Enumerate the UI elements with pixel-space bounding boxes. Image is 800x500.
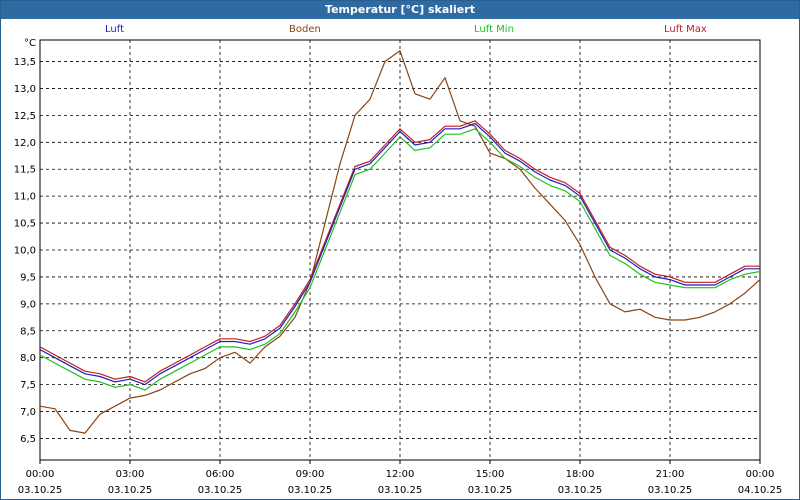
x-tick-date-label: 03.10.25 — [288, 485, 333, 496]
x-tick-date-label: 03.10.25 — [18, 485, 63, 496]
y-tick-label: 7,5 — [20, 380, 36, 391]
x-tick-date-label: 03.10.25 — [558, 485, 603, 496]
x-tick-time-label: 03:00 — [116, 469, 145, 480]
y-tick-label: 8,0 — [20, 353, 36, 364]
y-tick-label: 7,0 — [20, 407, 36, 418]
x-tick-date-label: 03.10.25 — [378, 485, 423, 496]
y-tick-label: 11,5 — [14, 165, 36, 176]
x-tick-time-label: 18:00 — [566, 469, 595, 480]
x-tick-date-label: 03.10.25 — [648, 485, 693, 496]
y-tick-label: 9,0 — [20, 299, 36, 310]
y-tick-label: 13,5 — [14, 57, 36, 68]
y-tick-label: 13,0 — [14, 84, 36, 95]
x-tick-date-label: 03.10.25 — [468, 485, 513, 496]
y-tick-label: 12,0 — [14, 138, 36, 149]
y-tick-label: 8,5 — [20, 326, 36, 337]
x-tick-time-label: 00:00 — [746, 469, 775, 480]
x-tick-date-label: 03.10.25 — [198, 485, 243, 496]
x-tick-time-label: 00:00 — [26, 469, 55, 480]
y-tick-label: 6,5 — [20, 434, 36, 445]
x-tick-date-label: 04.10.25 — [738, 485, 783, 496]
x-tick-time-label: 09:00 — [296, 469, 325, 480]
y-tick-label: 9,5 — [20, 272, 36, 283]
y-tick-label: 10,5 — [14, 219, 36, 230]
x-tick-time-label: 15:00 — [476, 469, 505, 480]
y-tick-label: 12,5 — [14, 111, 36, 122]
y-tick-label: 10,0 — [14, 246, 36, 257]
x-tick-time-label: 21:00 — [656, 469, 685, 480]
y-tick-label: 11,0 — [14, 192, 36, 203]
x-tick-time-label: 12:00 — [386, 469, 415, 480]
x-tick-date-label: 03.10.25 — [108, 485, 153, 496]
x-tick-time-label: 06:00 — [206, 469, 235, 480]
line-chart: 6,5 7,0 7,5 8,0 8,5 9,0 9,5 10,0 10,5 11,0 11,5 12,… — [14, 39, 783, 496]
